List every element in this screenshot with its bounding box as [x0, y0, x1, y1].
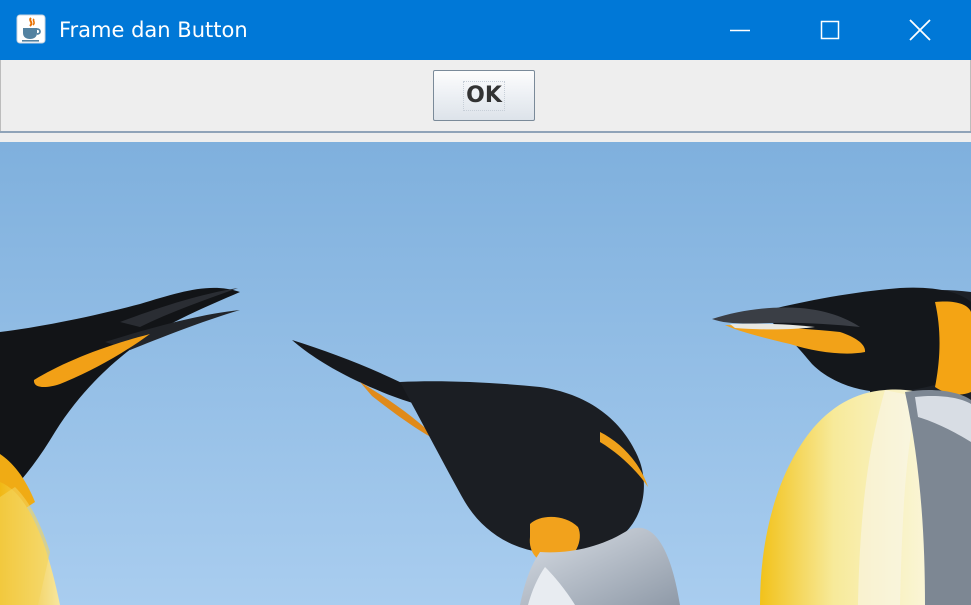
window-title: Frame dan Button: [59, 18, 248, 42]
java-coffee-cup-icon: [16, 14, 46, 44]
panel-spacer: [0, 133, 971, 142]
ok-button-label: OK: [463, 80, 505, 111]
ok-button[interactable]: OK: [433, 70, 535, 121]
app-window: Frame dan Button OK: [0, 0, 971, 605]
title-bar[interactable]: Frame dan Button: [0, 0, 971, 60]
close-button[interactable]: [875, 0, 965, 60]
image-panel: [0, 142, 971, 605]
maximize-icon: [820, 20, 840, 40]
minimize-icon: [730, 29, 750, 32]
close-icon: [909, 19, 931, 41]
penguins-image: [0, 142, 971, 605]
minimize-button[interactable]: [695, 0, 785, 60]
maximize-button[interactable]: [785, 0, 875, 60]
